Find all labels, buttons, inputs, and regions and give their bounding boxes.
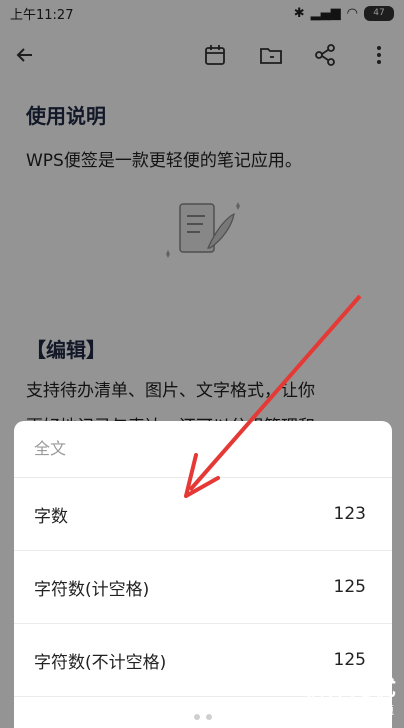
char-count-with-spaces-row: 字符数(计空格) 125 [14, 551, 392, 624]
row-value: 125 [333, 577, 366, 597]
watermark-logo: 软件无忧 努力解决软件问题 [302, 670, 398, 718]
row-label: 字符数(不计空格) [34, 652, 167, 673]
row-label: 字符数(计空格) [34, 579, 150, 600]
row-value: 123 [333, 504, 366, 524]
page-dot [194, 714, 200, 720]
watermark-subtitle: 努力解决软件问题 [305, 704, 394, 717]
row-label: 字数 [34, 506, 68, 527]
row-value: 125 [333, 650, 366, 670]
sheet-header: 全文 [14, 421, 392, 478]
watermark-title: 软件无忧 [301, 676, 398, 701]
page-dot [206, 714, 212, 720]
word-count-row: 字数 123 [14, 478, 392, 551]
